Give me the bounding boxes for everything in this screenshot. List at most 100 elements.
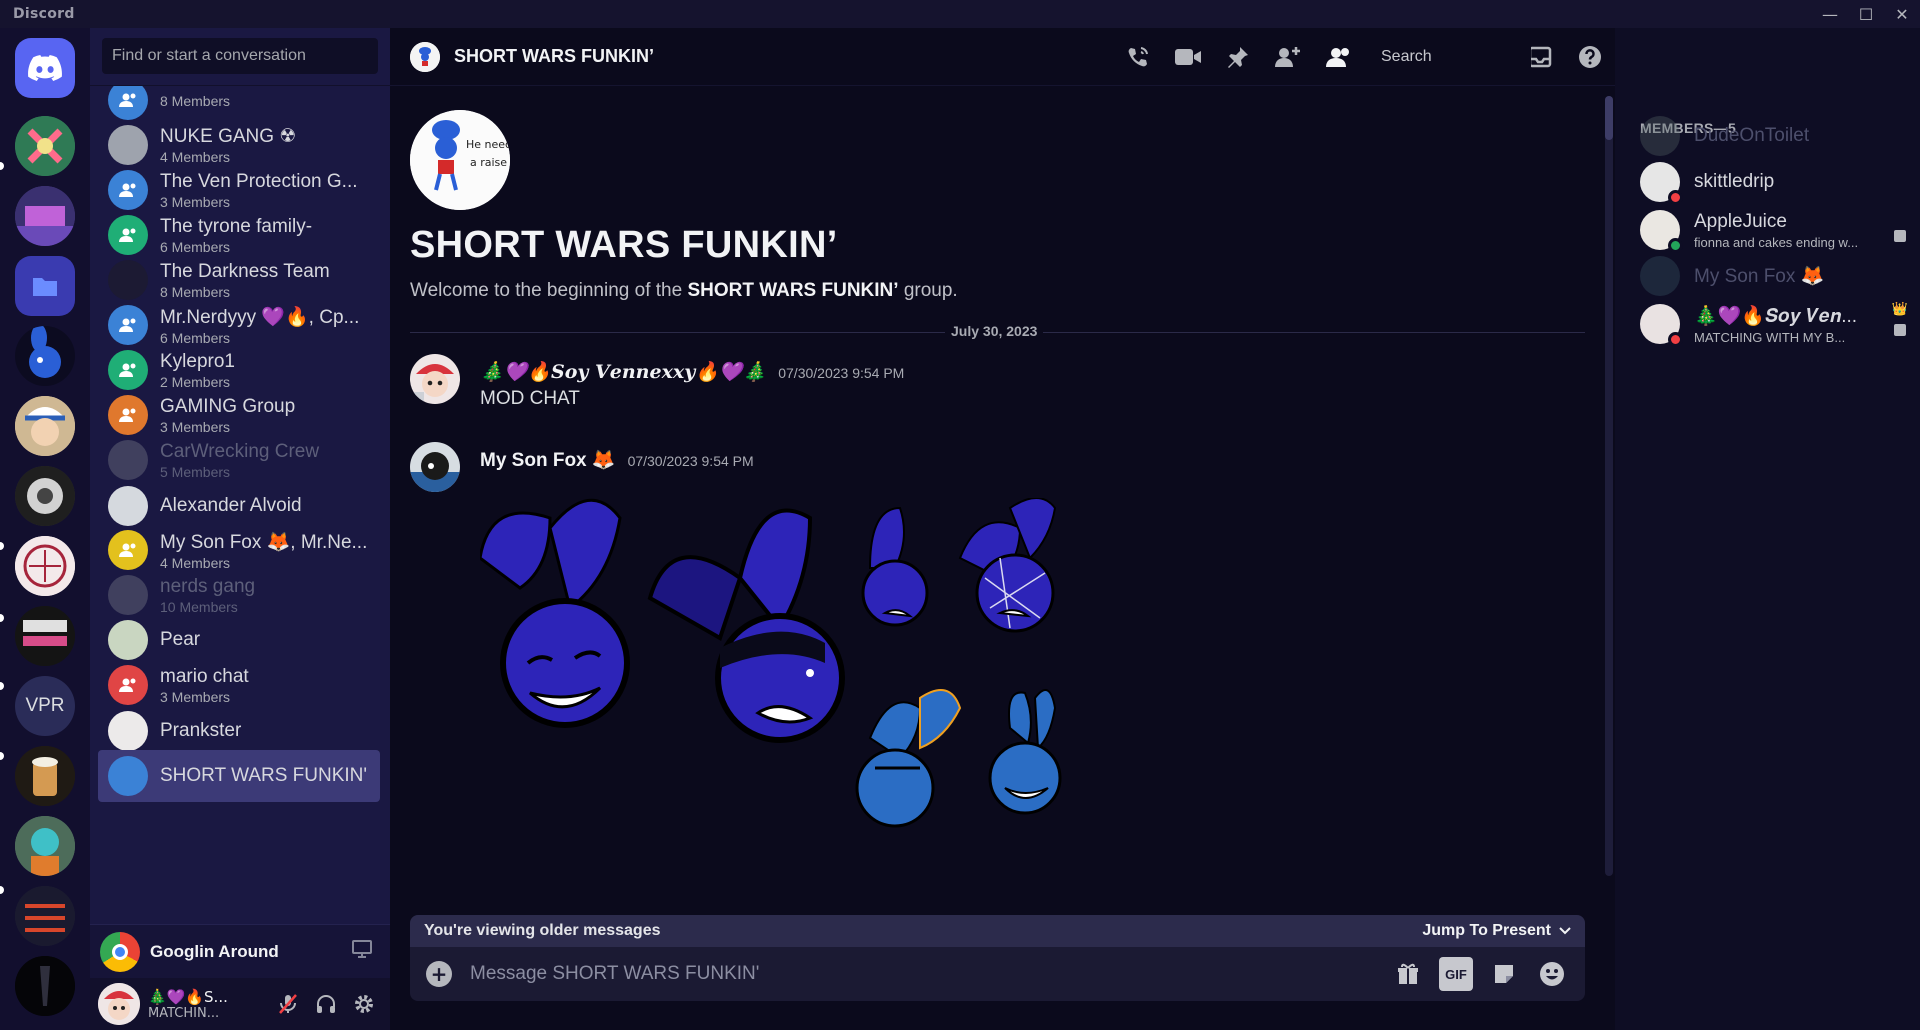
dm-member-count: 5 Members xyxy=(160,463,231,480)
window-controls: — ☐ ✕ xyxy=(1812,0,1920,28)
member-item[interactable]: AppleJuice fionna and cakes ending w... xyxy=(1640,204,1910,256)
user-avatar[interactable] xyxy=(98,983,140,1025)
chat-scrollbar[interactable] xyxy=(1605,96,1613,876)
dm-name: NUKE GANG ☢ xyxy=(160,126,297,147)
welcome-group-name: SHORT WARS FUNKIN’ xyxy=(687,280,899,301)
server-icon[interactable] xyxy=(15,956,75,1016)
dm-list-item[interactable]: SHORT WARS FUNKIN' xyxy=(98,750,380,802)
dm-member-count: 8 Members xyxy=(160,283,231,300)
dm-avatar xyxy=(108,260,148,300)
emoji-icon[interactable] xyxy=(1535,957,1569,991)
header-toolbar xyxy=(1113,37,1615,77)
screen-share-icon[interactable] xyxy=(352,940,372,963)
server-folder[interactable] xyxy=(15,256,75,316)
mute-icon[interactable] xyxy=(274,990,302,1018)
member-info: AppleJuice fionna and cakes ending w... xyxy=(1694,211,1894,250)
message: 🎄💜🔥𝑺𝒐𝒚 𝑽𝒆𝒏𝒏𝒆𝒙𝒙𝒚🔥💜🎄 07/30/2023 9:54 PM MO… xyxy=(410,354,1590,414)
group-avatar-icon xyxy=(108,665,148,705)
server-icon[interactable] xyxy=(15,186,75,246)
user-panel: 🎄💜🔥S... MATCHIN... xyxy=(90,978,390,1030)
unread-pill xyxy=(0,542,4,550)
dm-name: Prankster xyxy=(160,720,242,741)
dm-search-wrap xyxy=(90,28,390,86)
conversation-search-input[interactable] xyxy=(102,38,378,74)
message-header: 🎄💜🔥𝑺𝒐𝒚 𝑽𝒆𝒏𝒏𝒆𝒙𝒙𝒚🔥💜🎄 07/30/2023 9:54 PM xyxy=(480,360,904,383)
message-input[interactable] xyxy=(470,963,1320,985)
minimize-button[interactable]: — xyxy=(1812,0,1848,28)
group-avatar-icon xyxy=(108,170,148,210)
header-search-input[interactable] xyxy=(1371,38,1531,75)
composer-tools: GIF xyxy=(1391,957,1569,991)
activity-panel[interactable]: Googlin Around xyxy=(90,924,390,978)
server-icon[interactable] xyxy=(15,466,75,526)
member-info: My Son Fox 🦊 xyxy=(1694,264,1894,288)
sticker-icon[interactable] xyxy=(1487,957,1521,991)
server-icon[interactable] xyxy=(15,536,75,596)
voice-call-icon[interactable] xyxy=(1113,37,1163,77)
members-list-icon[interactable] xyxy=(1313,37,1363,77)
dm-name: The tyrone family- xyxy=(160,215,313,237)
unread-pill xyxy=(0,614,4,622)
attach-plus-button[interactable]: + xyxy=(426,961,452,987)
server-icon[interactable] xyxy=(15,886,75,946)
message-author[interactable]: 🎄💜🔥𝑺𝒐𝒚 𝑽𝒆𝒏𝒏𝒆𝒙𝒙𝒚🔥💜🎄 xyxy=(480,360,766,383)
server-icon[interactable] xyxy=(15,746,75,806)
server-icon[interactable] xyxy=(15,396,75,456)
dm-list-item[interactable]: CarWrecking Crew 5 Members xyxy=(98,434,380,486)
dm-name: The Ven Protection G... xyxy=(160,170,358,192)
date-divider-label: July 30, 2023 xyxy=(945,323,1044,339)
activity-label: Googlin Around xyxy=(150,941,279,961)
dm-name: GAMING Group xyxy=(160,395,296,417)
message-author[interactable]: My Son Fox 🦊 xyxy=(480,448,616,472)
settings-gear-icon[interactable] xyxy=(350,990,378,1018)
welcome-suffix: group. xyxy=(898,280,958,301)
dm-list-item[interactable]: mario chat 3 Members xyxy=(98,659,380,711)
server-icon[interactable] xyxy=(15,606,75,666)
jump-to-present-button[interactable]: Jump To Present xyxy=(1422,922,1571,940)
message-header: My Son Fox 🦊 07/30/2023 9:54 PM xyxy=(480,448,754,472)
chrome-icon xyxy=(100,931,140,972)
server-icon[interactable] xyxy=(15,816,75,876)
dm-member-count: 2 Members xyxy=(160,373,231,390)
gif-button[interactable]: GIF xyxy=(1439,957,1473,991)
dm-text: My Son Fox 🦊, Mr.Ne... 4 Members xyxy=(160,530,370,571)
member-name: My Son Fox 🦊 xyxy=(1694,266,1825,287)
member-item[interactable]: skittledrip xyxy=(1640,156,1910,208)
add-friend-icon[interactable] xyxy=(1263,37,1313,77)
close-button[interactable]: ✕ xyxy=(1884,0,1920,28)
video-call-icon[interactable] xyxy=(1163,37,1213,77)
bunny-images[interactable] xyxy=(478,497,1180,878)
svg-text:a raise: a raise xyxy=(470,156,507,169)
member-activity: fionna and cakes ending w... xyxy=(1694,234,1859,250)
server-icon[interactable] xyxy=(15,116,75,176)
headphones-icon[interactable] xyxy=(312,990,340,1018)
jump-to-present-label: Jump To Present xyxy=(1422,922,1551,939)
dm-name: mario chat xyxy=(160,665,249,687)
dm-name: nerds gang xyxy=(160,575,256,597)
author-avatar[interactable] xyxy=(410,442,460,492)
member-item[interactable]: DudeOnToilet xyxy=(1640,110,1910,162)
pin-icon[interactable] xyxy=(1213,37,1263,77)
home-button[interactable] xyxy=(15,38,75,98)
author-avatar[interactable] xyxy=(410,354,460,404)
app-title: Discord xyxy=(13,6,75,22)
dm-text: SHORT WARS FUNKIN' xyxy=(160,765,370,787)
dm-avatar xyxy=(108,575,148,615)
older-messages-bar: You're viewing older messages Jump To Pr… xyxy=(410,915,1585,947)
gift-icon[interactable] xyxy=(1391,957,1425,991)
dm-name: SHORT WARS FUNKIN' xyxy=(160,765,368,786)
dm-member-count: 3 Members xyxy=(160,688,231,705)
maximize-button[interactable]: ☐ xyxy=(1848,0,1884,28)
server-rail: VPR xyxy=(0,28,90,1030)
member-item[interactable]: My Son Fox 🦊 xyxy=(1640,250,1910,302)
dm-list: 8 Members NUKE GANG ☢ 4 Members The Ven Pro… xyxy=(90,86,390,924)
scrollbar-thumb[interactable] xyxy=(1605,96,1613,140)
server-icon-vpr[interactable]: VPR xyxy=(15,676,75,736)
user-controls xyxy=(274,990,378,1018)
chevron-down-icon xyxy=(1559,927,1571,935)
bunny-image-1 xyxy=(478,498,630,728)
dm-member-count: 4 Members xyxy=(160,149,231,165)
member-item[interactable]: 👑 🎄💜🔥𝑺𝒐𝒚 𝑽𝒆𝒏... MATCHING WITH MY B... xyxy=(1640,298,1910,350)
server-icon[interactable] xyxy=(15,326,75,386)
help-icon[interactable] xyxy=(1565,37,1615,77)
